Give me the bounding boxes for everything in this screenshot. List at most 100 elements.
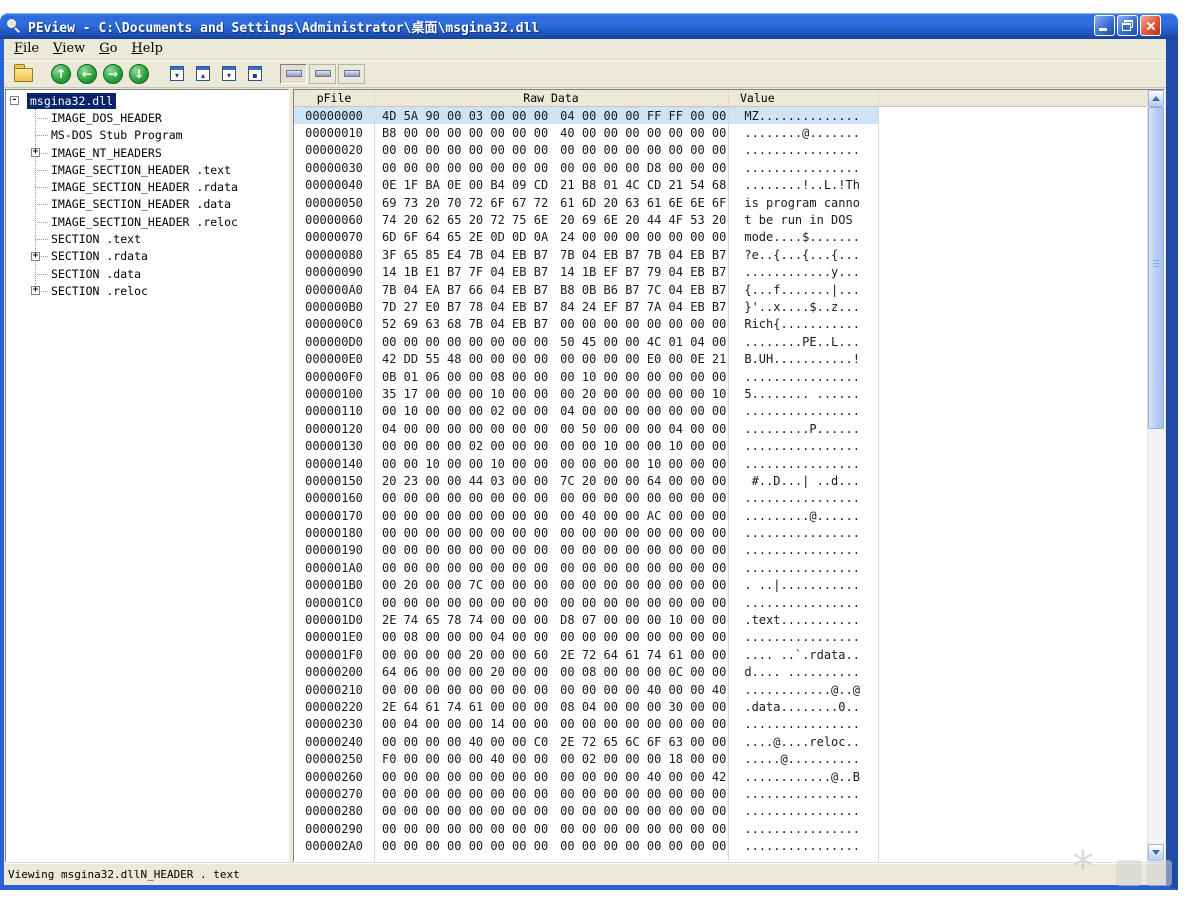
- tree-item[interactable]: + IMAGE_NT_HEADERS: [6, 144, 288, 161]
- view-next-button[interactable]: ▾: [216, 62, 242, 86]
- hex-row[interactable]: 00000190 00 00 00 00 00 00 00 00 00 00 0…: [294, 542, 1164, 559]
- hex-row[interactable]: 00000070 6D 6F 64 65 2E 0D 0D 0A 24 00 0…: [294, 229, 1164, 246]
- hex-row[interactable]: 00000120 04 00 00 00 00 00 00 00 00 50 0…: [294, 420, 1164, 437]
- expand-toggle-icon[interactable]: +: [31, 148, 40, 158]
- hex-row[interactable]: 00000200 64 06 00 00 00 20 00 00 00 08 0…: [294, 664, 1164, 681]
- hex-row[interactable]: 00000130 00 00 00 00 02 00 00 00 00 00 1…: [294, 437, 1164, 454]
- menu-go[interactable]: Go: [92, 39, 124, 59]
- hex-row[interactable]: 00000280 00 00 00 00 00 00 00 00 00 00 0…: [294, 803, 1164, 820]
- hex-row[interactable]: 000000C0 52 69 63 68 7B 04 EB B7 00 00 0…: [294, 316, 1164, 333]
- tree-item[interactable]: IMAGE_SECTION_HEADER .text: [6, 161, 288, 178]
- hex-row[interactable]: 00000210 00 00 00 00 00 00 00 00 00 00 0…: [294, 681, 1164, 698]
- tree-item[interactable]: IMAGE_SECTION_HEADER .rdata: [6, 178, 288, 195]
- scrollbar-thumb[interactable]: [1148, 107, 1164, 429]
- tree-item-label[interactable]: MS-DOS Stub Program: [48, 127, 186, 143]
- mode-dword-button[interactable]: [338, 63, 365, 84]
- tree-item[interactable]: IMAGE_SECTION_HEADER .data: [6, 196, 288, 213]
- hex-row[interactable]: 00000270 00 00 00 00 00 00 00 00 00 00 0…: [294, 785, 1164, 802]
- hex-row[interactable]: 00000170 00 00 00 00 00 00 00 00 00 40 0…: [294, 507, 1164, 524]
- mode-word-button[interactable]: [309, 63, 336, 84]
- hex-row[interactable]: 00000160 00 00 00 00 00 00 00 00 00 00 0…: [294, 490, 1164, 507]
- view-collapse-button[interactable]: ▴: [190, 62, 216, 86]
- hex-row[interactable]: 00000220 2E 64 61 74 61 00 00 00 08 04 0…: [294, 698, 1164, 715]
- hex-row[interactable]: 00000140 00 00 10 00 00 10 00 00 00 00 0…: [294, 455, 1164, 472]
- menu-help[interactable]: Help: [124, 39, 170, 59]
- column-header-value[interactable]: Value: [728, 91, 775, 105]
- tree-item-label[interactable]: msgina32.dll: [27, 92, 117, 109]
- tree-item[interactable]: + SECTION .rdata: [6, 248, 288, 265]
- hex-row[interactable]: 000001C0 00 00 00 00 00 00 00 00 00 00 0…: [294, 594, 1164, 611]
- hex-row[interactable]: 000001A0 00 00 00 00 00 00 00 00 00 00 0…: [294, 559, 1164, 576]
- go-forward-button[interactable]: →: [100, 62, 126, 86]
- open-file-button[interactable]: [10, 62, 36, 86]
- vertical-scrollbar[interactable]: [1147, 90, 1164, 861]
- go-back-button[interactable]: ←: [74, 62, 100, 86]
- hex-row[interactable]: 00000150 20 23 00 00 44 03 00 00 7C 20 0…: [294, 472, 1164, 489]
- title-bar[interactable]: PEview - C:\Documents and Settings\Admin…: [0, 13, 1178, 39]
- hex-row[interactable]: 000000E0 42 DD 55 48 00 00 00 00 00 00 0…: [294, 350, 1164, 367]
- tree-item-label[interactable]: IMAGE_DOS_HEADER: [48, 110, 165, 126]
- column-header-pfile[interactable]: pFile: [294, 91, 374, 105]
- minimize-button[interactable]: [1094, 15, 1115, 36]
- hex-row[interactable]: 000001E0 00 08 00 00 00 04 00 00 00 00 0…: [294, 629, 1164, 646]
- mode-byte-button[interactable]: [280, 63, 307, 84]
- scroll-up-button[interactable]: [1148, 90, 1164, 107]
- view-expand-button[interactable]: ▾: [164, 62, 190, 86]
- expand-toggle-icon[interactable]: +: [31, 251, 40, 261]
- tree-item-label[interactable]: SECTION .data: [48, 266, 144, 282]
- hex-row[interactable]: 000001B0 00 20 00 00 7C 00 00 00 00 00 0…: [294, 577, 1164, 594]
- hex-row[interactable]: 000000A0 7B 04 EA B7 66 04 EB B7 B8 0B B…: [294, 281, 1164, 298]
- tree-item[interactable]: SECTION .text: [6, 230, 288, 247]
- hex-row[interactable]: 00000290 00 00 00 00 00 00 00 00 00 00 0…: [294, 820, 1164, 837]
- tree-item[interactable]: - msgina32.dll: [6, 92, 288, 109]
- tree-item-label[interactable]: IMAGE_SECTION_HEADER .text: [48, 162, 234, 178]
- hex-row[interactable]: 00000010 B8 00 00 00 00 00 00 00 40 00 0…: [294, 124, 1164, 141]
- restore-button[interactable]: [1117, 15, 1138, 36]
- hex-row[interactable]: 00000250 F0 00 00 00 00 40 00 00 00 02 0…: [294, 750, 1164, 767]
- go-down-button[interactable]: ↓: [126, 62, 152, 86]
- hex-row[interactable]: 00000090 14 1B E1 B7 7F 04 EB B7 14 1B E…: [294, 264, 1164, 281]
- hex-row[interactable]: 00000230 00 04 00 00 00 14 00 00 00 00 0…: [294, 716, 1164, 733]
- go-up-button[interactable]: ↑: [48, 62, 74, 86]
- tree-item[interactable]: SECTION .data: [6, 265, 288, 282]
- hex-row[interactable]: 00000050 69 73 20 70 72 6F 67 72 61 6D 2…: [294, 194, 1164, 211]
- tree-item-label[interactable]: SECTION .rdata: [48, 248, 151, 264]
- hex-ascii-value: . ..|...........: [744, 578, 860, 593]
- hex-row[interactable]: 00000260 00 00 00 00 00 00 00 00 00 00 0…: [294, 768, 1164, 785]
- hex-offset: 000000E0: [305, 352, 363, 367]
- tree-item-label[interactable]: IMAGE_SECTION_HEADER .rdata: [48, 179, 241, 195]
- hex-row[interactable]: 00000030 00 00 00 00 00 00 00 00 00 00 0…: [294, 159, 1164, 176]
- hex-row[interactable]: 00000060 74 20 62 65 20 72 75 6E 20 69 6…: [294, 211, 1164, 228]
- hex-row[interactable]: 00000100 35 17 00 00 00 10 00 00 00 20 0…: [294, 385, 1164, 402]
- tree-item-label[interactable]: IMAGE_NT_HEADERS: [48, 145, 165, 161]
- expand-toggle-icon[interactable]: +: [31, 286, 40, 296]
- tree-item-label[interactable]: SECTION .text: [48, 231, 144, 247]
- tree-item-label[interactable]: IMAGE_SECTION_HEADER .reloc: [48, 214, 241, 230]
- hex-row[interactable]: 000001F0 00 00 00 00 20 00 00 60 2E 72 6…: [294, 646, 1164, 663]
- hex-bytes-left: 7D 27 E0 B7 78 04 EB B7: [382, 299, 549, 314]
- hex-row[interactable]: 00000000 4D 5A 90 00 03 00 00 00 04 00 0…: [294, 107, 1164, 125]
- menu-file[interactable]: File: [7, 39, 46, 59]
- tree-item[interactable]: IMAGE_DOS_HEADER: [6, 109, 288, 126]
- hex-row[interactable]: 000000B0 7D 27 E0 B7 78 04 EB B7 84 24 E…: [294, 298, 1164, 315]
- column-header-rawdata[interactable]: Raw Data: [374, 91, 728, 105]
- tree-item[interactable]: IMAGE_SECTION_HEADER .reloc: [6, 213, 288, 230]
- hex-row[interactable]: 00000240 00 00 00 00 40 00 00 C0 2E 72 6…: [294, 733, 1164, 750]
- hex-row[interactable]: 00000020 00 00 00 00 00 00 00 00 00 00 0…: [294, 142, 1164, 159]
- tree-item-label[interactable]: IMAGE_SECTION_HEADER .data: [48, 196, 234, 212]
- tree-item[interactable]: MS-DOS Stub Program: [6, 127, 288, 144]
- hex-row[interactable]: 000000F0 0B 01 06 00 00 08 00 00 00 10 0…: [294, 368, 1164, 385]
- close-button[interactable]: [1140, 15, 1161, 36]
- hex-row[interactable]: 00000080 3F 65 85 E4 7B 04 EB B7 7B 04 E…: [294, 246, 1164, 263]
- hex-row[interactable]: 000002A0 00 00 00 00 00 00 00 00 00 00 0…: [294, 837, 1164, 854]
- hex-row[interactable]: 000000D0 00 00 00 00 00 00 00 00 50 45 0…: [294, 333, 1164, 350]
- expand-toggle-icon[interactable]: -: [10, 96, 19, 106]
- tree-item-label[interactable]: SECTION .reloc: [48, 283, 151, 299]
- hex-row[interactable]: 00000040 0E 1F BA 0E 00 B4 09 CD 21 B8 0…: [294, 177, 1164, 194]
- hex-row[interactable]: 00000180 00 00 00 00 00 00 00 00 00 00 0…: [294, 524, 1164, 541]
- menu-view[interactable]: View: [46, 39, 92, 59]
- view-item-button[interactable]: ▪: [242, 62, 268, 86]
- hex-row[interactable]: 000001D0 2E 74 65 78 74 00 00 00 D8 07 0…: [294, 611, 1164, 628]
- tree-item[interactable]: + SECTION .reloc: [6, 282, 288, 299]
- hex-row[interactable]: 00000110 00 10 00 00 00 02 00 00 04 00 0…: [294, 403, 1164, 420]
